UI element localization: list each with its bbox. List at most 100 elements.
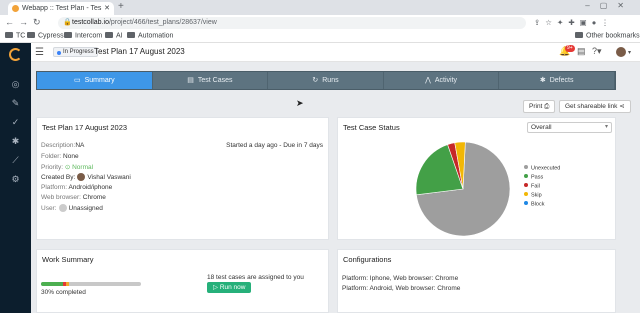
help-icon[interactable]: ?▾ bbox=[592, 46, 602, 57]
configurations-card: Configurations Platform: Iphone, Web bro… bbox=[337, 249, 616, 313]
browser-tab-strip: Webapp :: Test Plan - Tes ✕ + –▢✕ bbox=[0, 0, 640, 15]
page-title: Test Plan 17 August 2023 bbox=[94, 47, 185, 56]
plan-tabs: ▭ Summary ▤ Test Cases ↻ Runs ⋀ Activity ✱ De… bbox=[36, 71, 616, 90]
lock-icon: 🔒 bbox=[63, 19, 72, 26]
folder-icon bbox=[5, 32, 13, 38]
bookmark-tc[interactable]: TC bbox=[5, 32, 25, 40]
bookmark-automation[interactable]: Automation bbox=[127, 32, 173, 40]
gear-icon[interactable]: ⚙ bbox=[10, 174, 21, 185]
avatar[interactable] bbox=[616, 47, 626, 57]
app-sidebar: ◎ ✎ ✓ ✱ ⟋ ⚙ bbox=[0, 43, 31, 313]
folder-icon bbox=[64, 32, 72, 38]
extension-icon[interactable]: ✦ bbox=[557, 18, 563, 27]
status-card-title: Test Case Status bbox=[343, 123, 400, 132]
app-header: ☰ In Progress Test Plan 17 August 2023 🔔… bbox=[31, 43, 640, 62]
app-logo[interactable] bbox=[9, 48, 22, 61]
reload-icon[interactable]: ↻ bbox=[33, 17, 41, 28]
legend-item: Unexecuted bbox=[524, 165, 560, 174]
chart-legend: Unexecuted Pass Fail Skip Block bbox=[524, 165, 560, 210]
created-by-row: Created By: Vishal Vaswani bbox=[41, 173, 131, 181]
puzzle-icon[interactable]: ✚ bbox=[568, 18, 574, 27]
plan-title: Test Plan 17 August 2023 bbox=[42, 123, 128, 132]
share-link-button[interactable]: Get shareable link ⋖ bbox=[559, 100, 631, 113]
configuration-item: Platform: Iphone, Web browser: Chrome bbox=[342, 275, 459, 282]
plan-details-card: Test Plan 17 August 2023 Started a day a… bbox=[36, 117, 329, 240]
browser-tab[interactable]: Webapp :: Test Plan - Tes ✕ bbox=[8, 2, 114, 15]
favicon-icon bbox=[12, 5, 19, 12]
assigned-text: 18 test cases are assigned to you bbox=[207, 274, 304, 281]
folder-icon bbox=[127, 32, 135, 38]
bug-icon: ✱ bbox=[539, 77, 546, 84]
tab-summary[interactable]: ▭ Summary bbox=[37, 72, 153, 89]
refresh-icon: ↻ bbox=[312, 77, 319, 84]
completion-progress bbox=[41, 282, 141, 286]
browser-row: Web browser: Chrome bbox=[41, 194, 106, 201]
print-button[interactable]: Print ⎙ bbox=[523, 100, 556, 113]
forward-icon[interactable]: → bbox=[19, 17, 28, 27]
url-host: testcollab.io bbox=[72, 19, 109, 26]
work-summary-title: Work Summary bbox=[42, 255, 94, 264]
list-icon: ▤ bbox=[187, 77, 194, 84]
status-filter-select[interactable]: Overall ▾ bbox=[527, 122, 612, 133]
run-now-button[interactable]: ▷ Run now bbox=[207, 282, 252, 293]
cursor-icon: ➤ bbox=[296, 98, 304, 108]
priority-row: Priority: ⊙ Normal bbox=[41, 164, 94, 171]
configurations-title: Configurations bbox=[343, 255, 392, 264]
close-tab-icon[interactable]: ✕ bbox=[104, 2, 110, 15]
test-case-status-card: Test Case Status Overall ▾ Unexecuted Pas… bbox=[337, 117, 616, 240]
bookmark-other[interactable]: Other bookmarks bbox=[575, 32, 640, 40]
avatar bbox=[77, 173, 86, 181]
new-tab-icon[interactable]: + bbox=[118, 1, 124, 12]
legend-item: Block bbox=[524, 201, 560, 210]
compass-icon[interactable]: ◎ bbox=[10, 79, 21, 90]
window-controls[interactable]: –▢✕ bbox=[585, 1, 634, 10]
plan-dates: Started a day ago - Due in 7 days bbox=[226, 142, 323, 149]
bookmark-intercom[interactable]: Intercom bbox=[64, 32, 102, 40]
folder-icon bbox=[575, 32, 583, 38]
status-badge[interactable]: In Progress bbox=[53, 47, 98, 57]
work-summary-card: Work Summary 30% completed 18 test cases… bbox=[36, 249, 329, 313]
notification-badge: 9+ bbox=[565, 45, 575, 52]
bug-icon[interactable]: ✱ bbox=[10, 136, 21, 147]
sidepanel-icon[interactable]: ▣ bbox=[580, 18, 587, 27]
menu-icon[interactable]: ☰ bbox=[35, 47, 44, 58]
doc-icon: ▭ bbox=[74, 77, 81, 84]
status-pie-chart bbox=[415, 141, 511, 237]
browser-tab-title: Webapp :: Test Plan - Tes bbox=[22, 5, 102, 12]
completion-text: 30% completed bbox=[41, 289, 86, 296]
chevron-down-icon: ▾ bbox=[604, 124, 608, 130]
url-input[interactable]: 🔒 testcollab.io/project/466/test_plans/2… bbox=[58, 17, 526, 29]
star-icon[interactable]: ☆ bbox=[545, 18, 552, 27]
edit-icon[interactable]: ✎ bbox=[10, 98, 21, 109]
chevron-down-icon[interactable]: ▾ bbox=[628, 49, 631, 56]
user-row: User: Unassigned bbox=[41, 204, 103, 212]
folder-icon bbox=[27, 32, 35, 38]
bookmark-cypress[interactable]: Cypress bbox=[27, 32, 64, 40]
kebab-icon[interactable]: ⋮ bbox=[601, 18, 609, 27]
extension-icons: ⇪ ☆ ✦ ✚ ▣ ● ⋮ bbox=[534, 18, 609, 27]
bookmark-ai[interactable]: AI bbox=[105, 32, 123, 40]
screen-icon[interactable]: ▤ bbox=[577, 46, 586, 57]
legend-item: Pass bbox=[524, 174, 560, 183]
url-path: /project/466/test_plans/28637/view bbox=[108, 19, 217, 26]
legend-item: Skip bbox=[524, 192, 560, 201]
tab-activity[interactable]: ⋀ Activity bbox=[384, 72, 500, 89]
user-icon bbox=[58, 204, 67, 212]
chart-icon[interactable]: ⟋ bbox=[10, 155, 21, 166]
platform-row: Platform: Android/iphone bbox=[41, 184, 113, 191]
tab-defects[interactable]: ✱ Defects bbox=[499, 72, 615, 89]
legend-item: Fail bbox=[524, 183, 560, 192]
description-row: Description:NA bbox=[41, 142, 85, 149]
tab-runs[interactable]: ↻ Runs bbox=[268, 72, 384, 89]
profile-icon[interactable]: ● bbox=[592, 18, 597, 27]
configuration-item: Platform: Android, Web browser: Chrome bbox=[342, 285, 461, 292]
bookmarks-bar: TC Cypress Intercom AI Automation Other … bbox=[0, 31, 640, 43]
tab-test-cases[interactable]: ▤ Test Cases bbox=[153, 72, 269, 89]
activity-icon: ⋀ bbox=[425, 77, 431, 84]
share-icon[interactable]: ⇪ bbox=[534, 18, 540, 27]
address-bar: ← → ↻ 🔒 testcollab.io/project/466/test_p… bbox=[0, 15, 640, 31]
folder-icon bbox=[105, 32, 113, 38]
folder-row: Folder: None bbox=[41, 153, 79, 160]
check-circle-icon[interactable]: ✓ bbox=[10, 117, 21, 128]
back-icon[interactable]: ← bbox=[5, 17, 14, 27]
